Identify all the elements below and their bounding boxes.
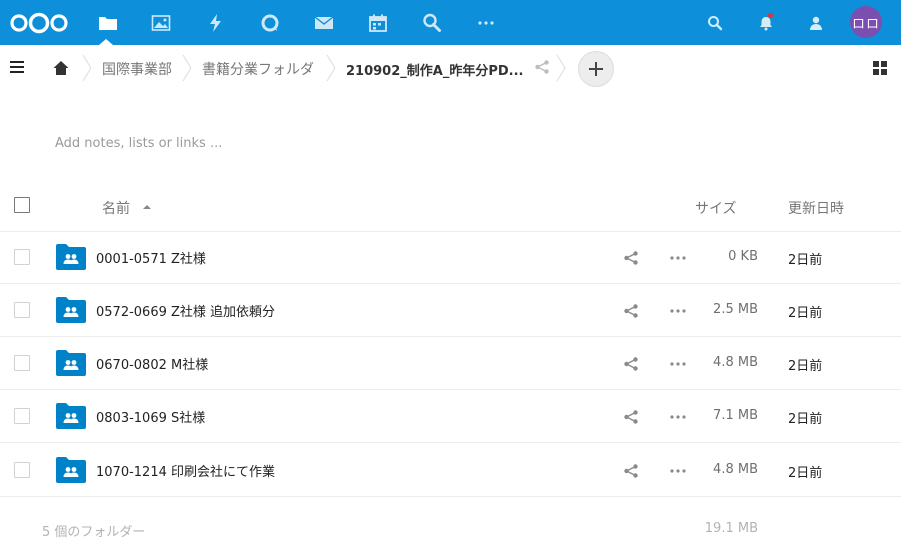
new-file-button[interactable] bbox=[578, 51, 614, 87]
hamburger-menu-icon[interactable] bbox=[10, 61, 24, 73]
file-modified: 2日前 bbox=[788, 412, 823, 427]
app-header: ロロ bbox=[0, 0, 901, 45]
more-actions-icon[interactable] bbox=[669, 414, 687, 420]
share-icon[interactable] bbox=[623, 463, 639, 479]
row-checkbox[interactable] bbox=[14, 302, 30, 318]
more-actions-icon[interactable] bbox=[669, 255, 687, 261]
file-list-summary: 5 個のフォルダー bbox=[42, 525, 146, 540]
select-all-checkbox[interactable] bbox=[14, 197, 30, 213]
app-more[interactable] bbox=[459, 0, 513, 45]
file-size: 4.8 MB bbox=[713, 462, 758, 477]
chat-bubble-icon bbox=[261, 14, 279, 31]
more-dots-icon bbox=[478, 20, 494, 25]
file-name[interactable]: 0803-1069 S社様 bbox=[96, 407, 205, 426]
table-row[interactable]: 1070-1214 印刷会社にて作業 4.8 MB 2日前 bbox=[0, 444, 901, 497]
share-icon[interactable] bbox=[623, 303, 639, 319]
table-row[interactable]: 0001-0571 Z社様 0 KB 2日前 bbox=[0, 231, 901, 284]
lightning-icon bbox=[210, 13, 221, 32]
image-icon bbox=[151, 14, 171, 31]
table-row[interactable]: 0803-1069 S社様 7.1 MB 2日前 bbox=[0, 390, 901, 443]
unified-search-button[interactable] bbox=[695, 0, 735, 45]
column-header-name[interactable]: 名前 bbox=[102, 198, 130, 218]
table-row[interactable]: 0670-0802 M社様 4.8 MB 2日前 bbox=[0, 337, 901, 390]
files-controls-bar: 国際事業部 書籍分業フォルダ 210902_制作A_昨年分PD... bbox=[0, 45, 901, 91]
notifications-button[interactable] bbox=[746, 0, 786, 45]
file-list-total-size: 19.1 MB bbox=[704, 521, 758, 536]
rich-workspace-notes-input[interactable]: Add notes, lists or links ... bbox=[55, 136, 222, 151]
file-modified: 2日前 bbox=[788, 466, 823, 481]
notification-dot bbox=[768, 13, 773, 18]
app-activity[interactable] bbox=[189, 0, 243, 45]
sort-ascending-icon[interactable] bbox=[143, 205, 151, 209]
file-modified: 2日前 bbox=[788, 359, 823, 374]
more-actions-icon[interactable] bbox=[669, 308, 687, 314]
file-name[interactable]: 0572-0669 Z社様 追加依頼分 bbox=[96, 301, 275, 320]
shared-folder-icon bbox=[56, 244, 86, 270]
grid-view-toggle-icon[interactable] bbox=[873, 61, 887, 75]
folder-icon bbox=[99, 16, 117, 30]
nextcloud-logo-icon[interactable] bbox=[9, 12, 69, 34]
contacts-icon bbox=[810, 16, 822, 30]
more-actions-icon[interactable] bbox=[669, 468, 687, 474]
breadcrumb-item-books[interactable]: 書籍分業フォルダ bbox=[202, 59, 314, 79]
home-icon[interactable] bbox=[52, 59, 70, 77]
column-header-modified[interactable]: 更新日時 bbox=[788, 198, 844, 218]
contacts-button[interactable] bbox=[796, 0, 836, 45]
shared-folder-icon bbox=[56, 403, 86, 429]
file-name[interactable]: 1070-1214 印刷会社にて作業 bbox=[96, 461, 275, 480]
breadcrumb-separator-icon bbox=[182, 54, 192, 82]
file-name[interactable]: 0670-0802 M社様 bbox=[96, 354, 208, 373]
app-calendar[interactable] bbox=[351, 0, 405, 45]
file-modified: 2日前 bbox=[788, 253, 823, 268]
app-mail[interactable] bbox=[297, 0, 351, 45]
file-modified: 2日前 bbox=[788, 306, 823, 321]
share-icon[interactable] bbox=[534, 59, 550, 75]
file-name[interactable]: 0001-0571 Z社様 bbox=[96, 248, 206, 267]
column-header-size[interactable]: サイズ bbox=[695, 198, 737, 218]
user-avatar[interactable]: ロロ bbox=[850, 6, 882, 38]
app-photos[interactable] bbox=[134, 0, 188, 45]
share-icon[interactable] bbox=[623, 356, 639, 372]
search-icon bbox=[708, 15, 723, 30]
file-list-header: 名前 サイズ 更新日時 bbox=[0, 180, 901, 232]
app-search[interactable] bbox=[405, 0, 459, 45]
more-actions-icon[interactable] bbox=[669, 361, 687, 367]
share-icon[interactable] bbox=[623, 409, 639, 425]
magnifier-person-icon bbox=[423, 13, 441, 32]
plus-icon bbox=[589, 62, 603, 76]
row-checkbox[interactable] bbox=[14, 355, 30, 371]
row-checkbox[interactable] bbox=[14, 249, 30, 265]
shared-folder-icon bbox=[56, 457, 86, 483]
breadcrumb-separator-icon bbox=[556, 54, 566, 82]
breadcrumb-separator-icon bbox=[82, 54, 92, 82]
file-size: 7.1 MB bbox=[713, 408, 758, 423]
file-size: 2.5 MB bbox=[713, 302, 758, 317]
table-row[interactable]: 0572-0669 Z社様 追加依頼分 2.5 MB 2日前 bbox=[0, 284, 901, 337]
breadcrumb-item-division[interactable]: 国際事業部 bbox=[102, 59, 172, 79]
breadcrumb-separator-icon bbox=[326, 54, 336, 82]
breadcrumb-item-current[interactable]: 210902_制作A_昨年分PD... bbox=[346, 60, 523, 79]
row-checkbox[interactable] bbox=[14, 408, 30, 424]
file-size: 0 KB bbox=[728, 249, 758, 264]
envelope-icon bbox=[314, 15, 334, 29]
shared-folder-icon bbox=[56, 297, 86, 323]
app-talk[interactable] bbox=[243, 0, 297, 45]
row-checkbox[interactable] bbox=[14, 462, 30, 478]
file-size: 4.8 MB bbox=[713, 355, 758, 370]
calendar-icon bbox=[369, 14, 387, 32]
shared-folder-icon bbox=[56, 350, 86, 376]
share-icon[interactable] bbox=[623, 250, 639, 266]
